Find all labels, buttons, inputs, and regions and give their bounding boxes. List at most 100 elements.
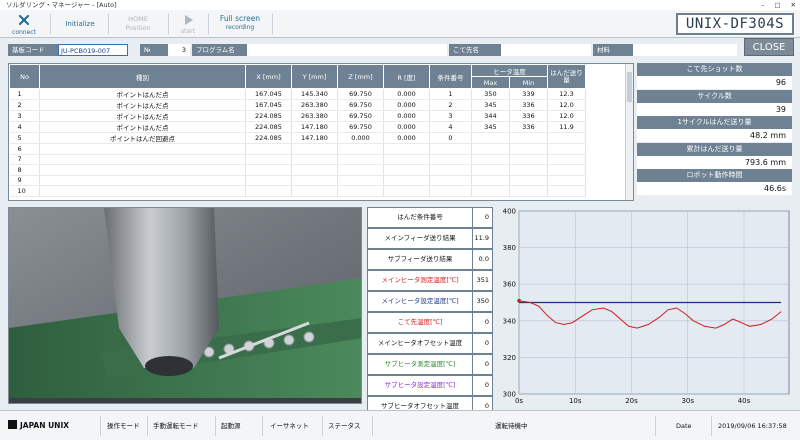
cell-min: 339 <box>509 88 548 100</box>
stat-block: ロボット動作時間 46.6s <box>637 169 792 195</box>
close-button[interactable]: CLOSE <box>744 38 794 56</box>
cell-feed <box>547 154 586 165</box>
start-label: start <box>181 28 195 35</box>
board-code-field[interactable]: JU-PCB019-007 <box>58 44 128 56</box>
cell-min <box>509 175 548 186</box>
cell-min: 336 <box>509 121 548 133</box>
initialize-button[interactable]: Initialize <box>56 10 104 38</box>
fullscreen-recording-button[interactable]: Full screen recording <box>212 10 268 38</box>
cell-no: 1 <box>9 88 40 100</box>
cell-spacer <box>586 165 628 176</box>
maximize-icon[interactable]: □ <box>774 0 780 10</box>
temperature-chart: 300 320 340 360 380 400 0s 10s 20s 30s 40s <box>497 205 794 410</box>
cell-max <box>471 164 510 176</box>
table-row[interactable]: 4 ポイントはんだ点 224.085 147.180 69.750 0.000 4 345 33… <box>9 121 628 133</box>
stat-label: サイクル数 <box>637 90 792 103</box>
cell-feed <box>547 143 586 155</box>
cell-no: 9 <box>9 175 40 186</box>
cell-spacer <box>586 186 628 197</box>
fullscreen-line1: Full screen <box>219 14 261 23</box>
cell-cond <box>429 154 472 165</box>
table-row[interactable]: 10 <box>9 185 628 197</box>
condition-value: 0 <box>473 375 493 396</box>
table-row[interactable]: 8 <box>9 164 628 176</box>
cell-y: 263.380 <box>291 110 338 122</box>
status-separator <box>100 416 101 436</box>
cell-min <box>509 164 548 176</box>
table-row[interactable]: 7 <box>9 154 628 165</box>
x-tick-label: 30s <box>681 397 694 405</box>
cell-x: 167.045 <box>245 99 292 111</box>
cell-x: 224.085 <box>245 132 292 144</box>
chart-svg: 3003203403603804000s 10s 20s 30s 40s <box>503 208 790 405</box>
cell-x <box>245 164 292 176</box>
table-row[interactable]: 3 ポイントはんだ点 224.085 263.380 69.750 0.000 3 344 33… <box>9 110 628 122</box>
board-code-label: 基板コード <box>8 44 58 56</box>
close-window-icon[interactable]: ✕ <box>791 0 796 10</box>
cell-y <box>291 143 338 155</box>
col-kind: 種別 <box>39 64 246 89</box>
status-separator <box>147 416 148 436</box>
table-row[interactable]: 9 <box>9 175 628 186</box>
cell-r: 0.000 <box>383 132 430 144</box>
cell-z: 69.750 <box>337 121 384 133</box>
cell-feed: 12.3 <box>547 88 586 100</box>
table-row[interactable]: 1 ポイントはんだ点 167.045 145.340 69.750 0.000 1 350 33… <box>9 88 628 100</box>
cell-cond <box>429 175 472 186</box>
cell-x <box>245 175 292 186</box>
cell-feed <box>547 164 586 176</box>
cell-y <box>291 154 338 165</box>
program-name-label: プログラム名 <box>192 44 247 56</box>
start-button[interactable]: start <box>172 10 204 38</box>
table-row[interactable]: 2 ポイントはんだ点 167.045 263.380 69.750 0.000 2 345 33… <box>9 99 628 111</box>
cell-feed: 11.9 <box>547 121 586 133</box>
cell-spacer <box>586 100 628 111</box>
cell-kind <box>39 185 246 197</box>
stat-block: 1サイクルはんだ送り量 48.2 mm <box>637 116 792 142</box>
y-tick-label: 360 <box>503 281 516 289</box>
status-separator <box>322 416 323 436</box>
condition-row: メインヒータ設定温度[℃] 350 <box>367 291 493 312</box>
cell-cond <box>429 185 472 197</box>
table-row[interactable]: 6 <box>9 143 628 155</box>
connect-button[interactable]: connect <box>4 10 44 38</box>
cell-feed <box>547 132 586 144</box>
brand-name: JAPAN UNIX <box>20 421 70 430</box>
cell-min: 336 <box>509 99 548 111</box>
minimize-icon[interactable]: – <box>761 0 764 10</box>
cell-r: 0.000 <box>383 99 430 111</box>
cell-feed: 12.0 <box>547 99 586 111</box>
status-separator <box>655 416 656 436</box>
home-position-button[interactable]: HOME Position <box>112 10 164 38</box>
cell-cond: 2 <box>429 99 472 111</box>
toolbar-separator <box>50 14 51 34</box>
cell-spacer <box>586 144 628 155</box>
cell-x: 167.045 <box>245 88 292 100</box>
condition-value: 0 <box>473 312 493 333</box>
camera-image <box>9 208 361 403</box>
cell-kind <box>39 175 246 186</box>
stat-label: こて先ショット数 <box>637 63 792 76</box>
cell-feed <box>547 175 586 186</box>
condition-value: 0 <box>473 354 493 375</box>
cell-min <box>509 185 548 197</box>
cell-r: 0.000 <box>383 121 430 133</box>
cell-max <box>471 143 510 155</box>
scrollbar-thumb[interactable] <box>627 72 632 102</box>
cell-max <box>471 154 510 165</box>
home-line2: Position <box>125 24 151 32</box>
table-row[interactable]: 5 ポイントはんだ回避点 224.085 147.180 0.000 0.000 0 <box>9 132 628 144</box>
cell-no: 10 <box>9 185 40 197</box>
cell-cond: 0 <box>429 132 472 144</box>
cell-no: 8 <box>9 164 40 176</box>
cell-no: 4 <box>9 121 40 133</box>
date-value: 2019/09/06 16:37:58 <box>718 422 787 430</box>
cell-z <box>337 143 384 155</box>
cell-kind <box>39 154 246 165</box>
cell-x: 224.085 <box>245 110 292 122</box>
table-scrollbar[interactable] <box>625 64 633 200</box>
stat-value: 793.6 mm <box>637 156 792 169</box>
brand-logo: JAPAN UNIX <box>8 419 69 433</box>
status-label: ステータス <box>328 422 361 430</box>
condition-label: メインフィーダ送り結果 <box>367 228 473 249</box>
